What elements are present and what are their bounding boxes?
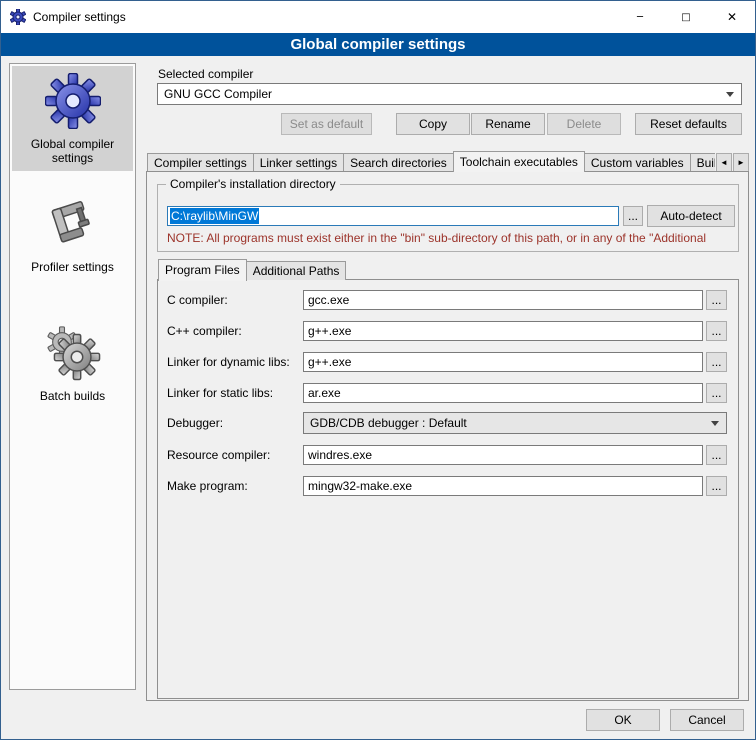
auto-detect-button[interactable]: Auto-detect — [647, 205, 735, 227]
make-program-input[interactable] — [303, 476, 703, 496]
tab-scroll-arrows: ◄ ► — [716, 153, 749, 172]
compiler-settings-dialog: Compiler settings ─ □ ✕ Global compiler … — [0, 0, 756, 740]
tab-compiler-settings[interactable]: Compiler settings — [147, 153, 254, 172]
form-row-debugger: Debugger: GDB/CDB debugger : Default — [167, 412, 727, 434]
form-row-make-program: Make program: ... — [167, 475, 727, 497]
sidebar-item-label: Profiler settings — [31, 260, 114, 274]
selected-compiler-combobox[interactable]: GNU GCC Compiler — [157, 83, 742, 105]
set-as-default-button[interactable]: Set as default — [281, 113, 372, 135]
installation-directory-group-title: Compiler's installation directory — [166, 177, 340, 191]
cpp-compiler-browse-button[interactable]: ... — [706, 321, 727, 341]
chevron-down-icon — [726, 92, 734, 97]
form-row-cpp-compiler: C++ compiler: ... — [167, 320, 727, 342]
subtab-additional-paths[interactable]: Additional Paths — [246, 261, 347, 280]
selected-compiler-label: Selected compiler — [158, 67, 253, 81]
installation-directory-input[interactable]: C:\raylib\MinGW — [167, 206, 619, 226]
maximize-button[interactable]: □ — [663, 1, 709, 33]
debugger-label: Debugger: — [167, 416, 303, 430]
copy-button[interactable]: Copy — [396, 113, 470, 135]
c-compiler-label: C compiler: — [167, 293, 303, 307]
tab-scroll-left-icon[interactable]: ◄ — [716, 153, 732, 172]
make-program-browse-button[interactable]: ... — [706, 476, 727, 496]
bin-subdirectory-note: NOTE: All programs must exist either in … — [167, 231, 743, 245]
form-row-linker-static: Linker for static libs: ... — [167, 382, 727, 404]
form-row-c-compiler: C compiler: ... — [167, 289, 727, 311]
linker-static-label: Linker for static libs: — [167, 386, 303, 400]
tab-toolchain-executables[interactable]: Toolchain executables — [453, 151, 585, 172]
linker-static-input[interactable] — [303, 383, 703, 403]
close-button[interactable]: ✕ — [709, 1, 755, 33]
rename-button[interactable]: Rename — [471, 113, 545, 135]
c-compiler-input[interactable] — [303, 290, 703, 310]
sidebar-item-profiler-settings[interactable]: Profiler settings — [12, 189, 133, 280]
tab-custom-variables[interactable]: Custom variables — [584, 153, 691, 172]
gray-gears-icon — [45, 325, 101, 384]
tabs-scroller: Compiler settings Linker settings Search… — [147, 151, 715, 172]
settings-tabstrip: Compiler settings Linker settings Search… — [147, 150, 749, 172]
resource-compiler-browse-button[interactable]: ... — [706, 445, 727, 465]
form-row-resource-compiler: Resource compiler: ... — [167, 444, 727, 466]
installation-directory-browse-button[interactable]: ... — [623, 206, 643, 226]
selected-compiler-value: GNU GCC Compiler — [164, 87, 272, 101]
delete-button[interactable]: Delete — [547, 113, 621, 135]
cpp-compiler-input[interactable] — [303, 321, 703, 341]
debugger-value: GDB/CDB debugger : Default — [310, 416, 467, 430]
profiler-clamp-icon — [45, 196, 101, 255]
linker-dynamic-label: Linker for dynamic libs: — [167, 355, 303, 369]
titlebar[interactable]: Compiler settings ─ □ ✕ — [1, 1, 755, 33]
sidebar-item-label: Global compiler settings — [14, 137, 131, 165]
tab-build-options-truncated[interactable]: Buil — [690, 153, 715, 172]
linker-dynamic-browse-button[interactable]: ... — [706, 352, 727, 372]
resource-compiler-label: Resource compiler: — [167, 448, 303, 462]
blue-gear-icon — [45, 73, 101, 132]
reset-defaults-button[interactable]: Reset defaults — [635, 113, 742, 135]
tab-search-directories[interactable]: Search directories — [343, 153, 454, 172]
settings-sidebar: Global compiler settings Profiler settin… — [9, 63, 136, 690]
caption-buttons: ─ □ ✕ — [617, 1, 755, 33]
linker-dynamic-input[interactable] — [303, 352, 703, 372]
make-program-label: Make program: — [167, 479, 303, 493]
sidebar-item-batch-builds[interactable]: Batch builds — [12, 318, 133, 409]
program-files-tabstrip: Program Files Additional Paths — [158, 258, 345, 280]
form-row-linker-dynamic: Linker for dynamic libs: ... — [167, 351, 727, 373]
installation-directory-selected-text: C:\raylib\MinGW — [170, 208, 259, 224]
dialog-header-title: Global compiler settings — [290, 36, 465, 53]
cpp-compiler-label: C++ compiler: — [167, 324, 303, 338]
cancel-button[interactable]: Cancel — [670, 709, 744, 731]
chevron-down-icon — [711, 421, 719, 426]
linker-static-browse-button[interactable]: ... — [706, 383, 727, 403]
subtab-program-files[interactable]: Program Files — [158, 259, 247, 281]
tab-linker-settings[interactable]: Linker settings — [253, 153, 344, 172]
sidebar-item-global-compiler-settings[interactable]: Global compiler settings — [12, 66, 133, 171]
ok-button[interactable]: OK — [586, 709, 660, 731]
app-gear-icon — [10, 9, 26, 25]
resource-compiler-input[interactable] — [303, 445, 703, 465]
c-compiler-browse-button[interactable]: ... — [706, 290, 727, 310]
window-title: Compiler settings — [33, 10, 126, 24]
debugger-combobox[interactable]: GDB/CDB debugger : Default — [303, 412, 727, 434]
tab-scroll-right-icon[interactable]: ► — [733, 153, 749, 172]
minimize-button[interactable]: ─ — [617, 1, 663, 33]
dialog-header: Global compiler settings — [1, 33, 755, 56]
sidebar-item-label: Batch builds — [40, 389, 105, 403]
